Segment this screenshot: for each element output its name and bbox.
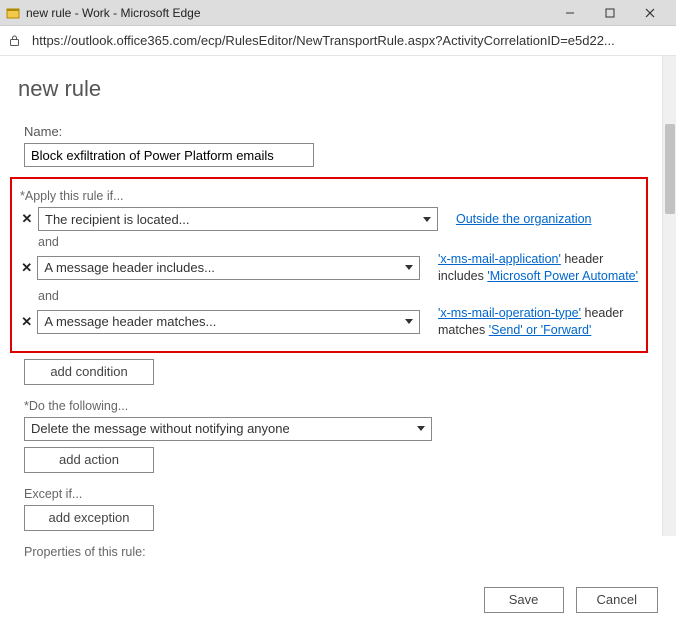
remove-condition-icon[interactable]: ✕ [20,260,33,276]
close-button[interactable] [630,1,670,25]
chevron-down-icon [417,426,425,431]
condition-value-2[interactable]: 'x-ms-mail-application' header includes … [438,251,638,285]
cancel-button[interactable]: Cancel [576,587,658,613]
condition-row: ✕ A message header matches... 'x-ms-mail… [20,305,638,339]
condition-dropdown-2[interactable]: A message header includes... [37,256,420,280]
dropdown-text: A message header includes... [44,260,215,275]
conditions-highlight: *Apply this rule if... ✕ The recipient i… [10,177,648,353]
do-following-label: *Do the following... [24,399,648,413]
lock-icon [8,34,24,47]
action-dropdown[interactable]: Delete the message without notifying any… [24,417,432,441]
and-label: and [38,289,638,303]
condition-row: ✕ The recipient is located... Outside th… [20,207,638,231]
except-if-label: Except if... [24,487,648,501]
condition-value-1[interactable]: Outside the organization [456,211,592,228]
apply-rule-label: *Apply this rule if... [20,189,638,203]
dropdown-text: The recipient is located... [45,212,190,227]
dropdown-text: Delete the message without notifying any… [31,421,290,436]
condition-row: ✕ A message header includes... 'x-ms-mai… [20,251,638,285]
chevron-down-icon [405,265,413,270]
scroll-thumb[interactable] [665,124,675,214]
window-title: new rule - Work - Microsoft Edge [26,6,550,20]
add-exception-button[interactable]: add exception [24,505,154,531]
rule-name-input[interactable] [24,143,314,167]
add-condition-button[interactable]: add condition [24,359,154,385]
chevron-down-icon [405,319,413,324]
properties-label: Properties of this rule: [24,545,648,559]
app-icon [6,6,20,20]
remove-condition-icon[interactable]: ✕ [20,314,33,330]
maximize-button[interactable] [590,1,630,25]
dropdown-text: A message header matches... [44,314,216,329]
minimize-button[interactable] [550,1,590,25]
name-label: Name: [24,124,648,139]
add-action-button[interactable]: add action [24,447,154,473]
chevron-down-icon [423,217,431,222]
save-button[interactable]: Save [484,587,564,613]
address-bar: https://outlook.office365.com/ecp/RulesE… [0,26,676,56]
vertical-scrollbar[interactable] [662,56,676,536]
condition-dropdown-1[interactable]: The recipient is located... [38,207,438,231]
page-title: new rule [18,76,648,102]
window-titlebar: new rule - Work - Microsoft Edge [0,0,676,26]
condition-value-3[interactable]: 'x-ms-mail-operation-type' header matche… [438,305,638,339]
and-label: and [38,235,638,249]
remove-condition-icon[interactable]: ✕ [20,211,34,227]
condition-dropdown-3[interactable]: A message header matches... [37,310,420,334]
url-text[interactable]: https://outlook.office365.com/ecp/RulesE… [32,33,668,48]
